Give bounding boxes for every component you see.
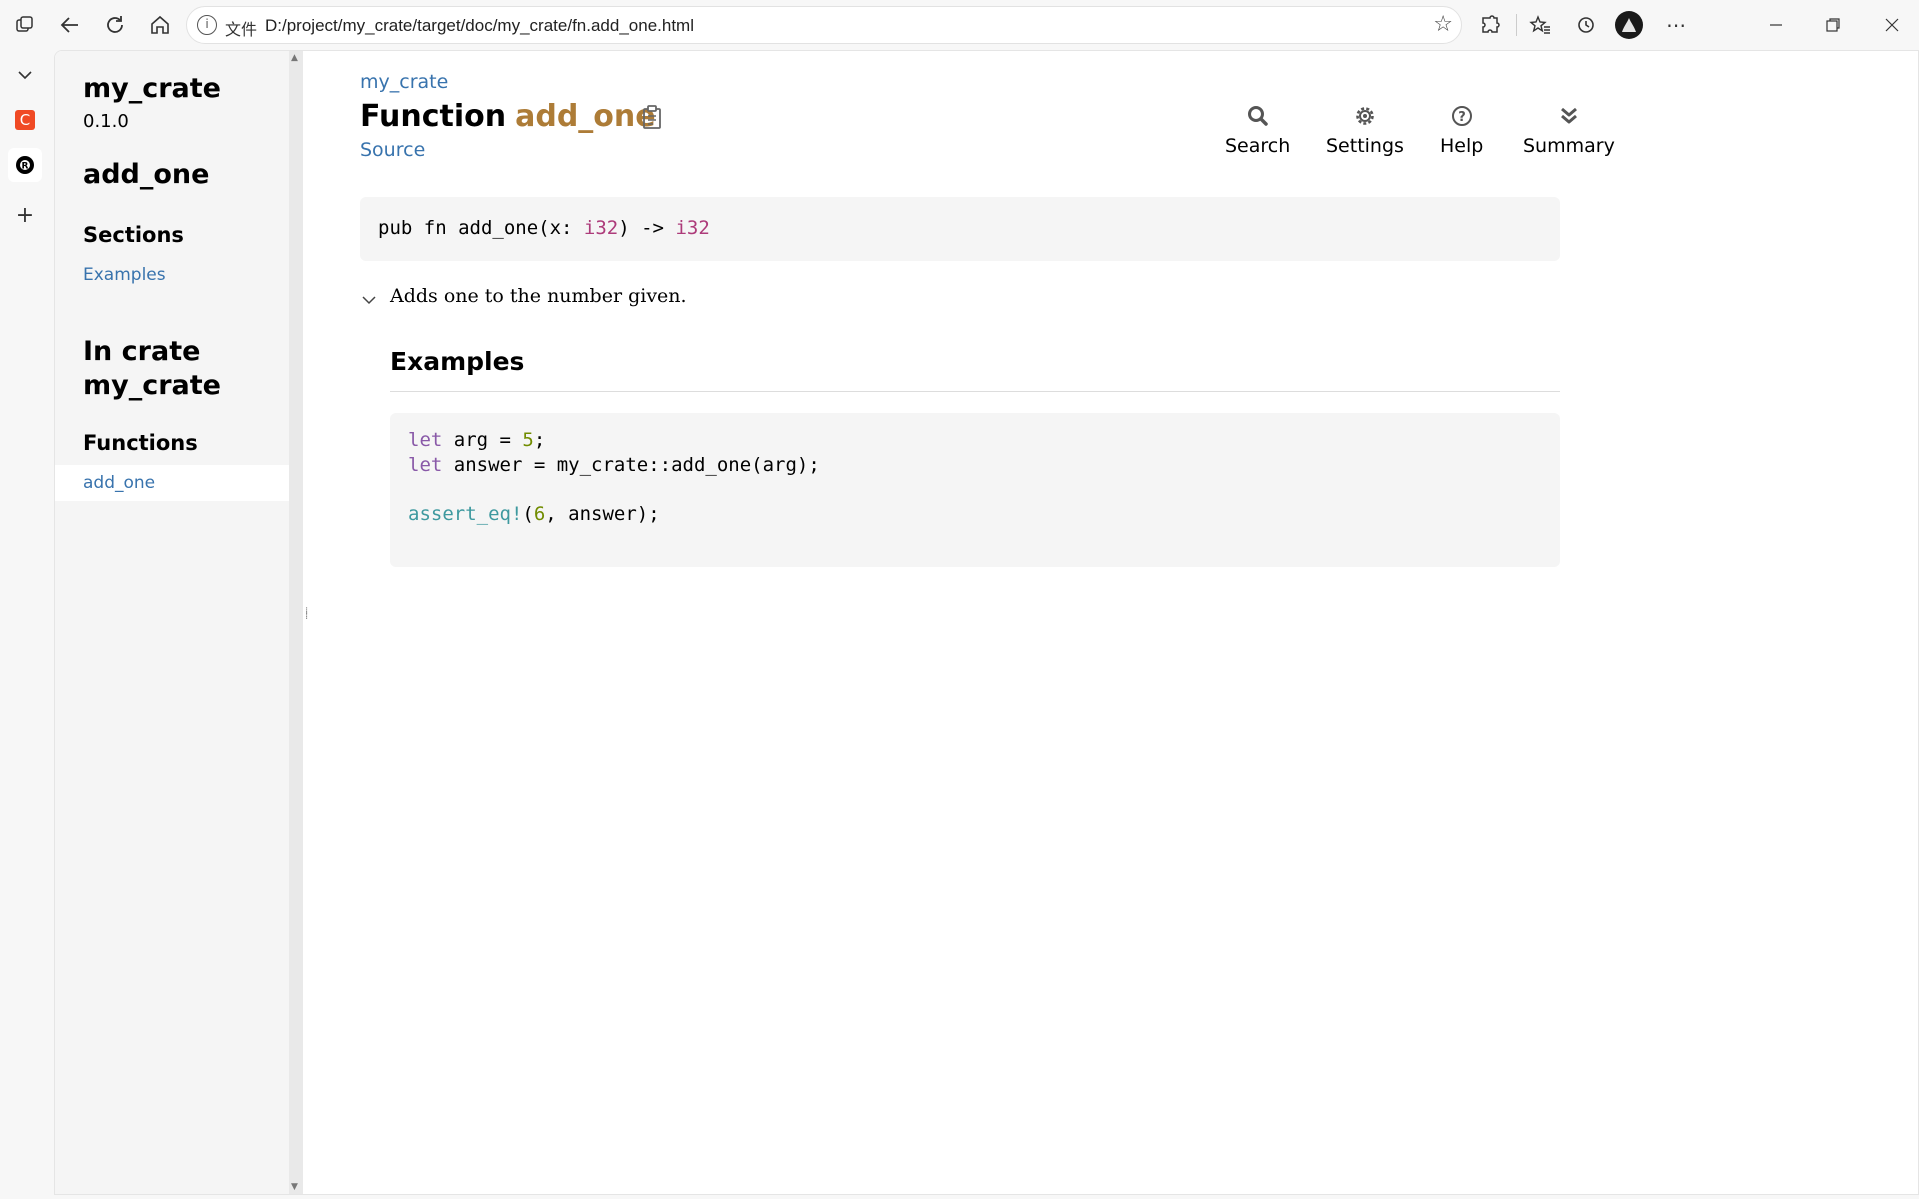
address-url[interactable]: D:/project/my_crate/target/doc/my_crate/… — [265, 16, 694, 36]
sidebar-resize-handle[interactable]: ⁞ ⁞ — [305, 607, 311, 631]
gear-icon — [1356, 107, 1374, 125]
scroll-up-icon[interactable]: ▲ — [291, 53, 298, 63]
doc-sidebar: my_crate 0.1.0 add_one Sections Examples… — [55, 51, 289, 1194]
source-link[interactable]: Source — [360, 139, 425, 161]
browser-toolbar: i 文件 D:/project/my_crate/target/doc/my_c… — [0, 0, 1919, 50]
examples-divider — [390, 391, 1560, 392]
signature-prefix: pub fn add_one(x: — [378, 217, 584, 239]
collapse-tabs-icon[interactable] — [8, 58, 42, 92]
code-text: ; — [533, 429, 546, 451]
signature-arrow: ) -> — [618, 217, 676, 239]
profile-avatar[interactable] — [1614, 10, 1644, 40]
code-keyword: let — [408, 429, 443, 451]
sidebar-sections-heading: Sections — [83, 223, 184, 247]
code-text: arg = — [442, 429, 523, 451]
tab-favicon-red[interactable]: C — [8, 103, 42, 137]
sidebar-crate-name[interactable]: my_crate — [83, 73, 221, 104]
code-line-2: let answer = my_crate::add_one(arg); — [408, 454, 820, 476]
sidebar-functions-heading[interactable]: Functions — [83, 431, 198, 455]
settings-button[interactable]: Settings — [1326, 103, 1404, 157]
address-bar[interactable]: i 文件 D:/project/my_crate/target/doc/my_c… — [186, 6, 1462, 44]
search-button[interactable]: Search — [1225, 103, 1290, 157]
code-number: 5 — [522, 429, 534, 451]
tab-favicon-rust[interactable]: R — [8, 148, 42, 182]
code-keyword: let — [408, 454, 443, 476]
favorite-star-icon[interactable]: ☆ — [1433, 12, 1453, 37]
refresh-icon[interactable] — [100, 10, 130, 40]
copy-path-icon[interactable] — [640, 103, 664, 131]
function-signature-block: pub fn add_one(x: i32) -> i32 — [360, 197, 1560, 261]
signature-arg-type[interactable]: i32 — [584, 217, 618, 239]
code-line-1: let arg = 5; — [408, 429, 545, 451]
scroll-down-icon[interactable]: ▼ — [291, 1182, 298, 1192]
help-button[interactable]: ? Help — [1440, 103, 1483, 157]
settings-label: Settings — [1326, 135, 1404, 157]
favorites-icon[interactable] — [1525, 10, 1555, 40]
more-menu-icon[interactable]: ⋯ — [1661, 10, 1691, 40]
help-icon: ? — [1451, 106, 1472, 126]
page-viewport: my_crate 0.1.0 add_one Sections Examples… — [54, 50, 1919, 1195]
sidebar-crate-version: 0.1.0 — [83, 111, 129, 132]
sidebar-function-item[interactable]: add_one — [55, 465, 289, 501]
sidebar-in-crate-heading[interactable]: In crate my_crate — [83, 335, 273, 403]
code-text: ( — [522, 503, 534, 525]
chevron-double-down-icon — [1560, 107, 1577, 124]
svg-text:C: C — [20, 111, 30, 129]
code-text: answer = my_crate::add_one(arg); — [442, 454, 820, 476]
sidebar-function-link[interactable]: add_one — [83, 473, 155, 493]
code-macro: assert_eq! — [408, 503, 523, 525]
code-line-3: assert_eq!(6, answer); — [408, 503, 660, 525]
back-icon[interactable] — [55, 10, 85, 40]
chevron-down-icon — [362, 296, 376, 305]
address-scheme-label: 文件 — [225, 20, 258, 39]
svg-text:?: ? — [1458, 110, 1466, 125]
doc-description: Adds one to the number given. — [390, 285, 687, 307]
new-tab-icon[interactable]: + — [8, 198, 42, 232]
extensions-icon[interactable] — [1475, 10, 1505, 40]
title-function-name: add_one — [515, 99, 656, 134]
signature-return-type[interactable]: i32 — [675, 217, 709, 239]
code-number: 6 — [533, 503, 546, 525]
search-label: Search — [1225, 135, 1291, 157]
page-title: Function add_one — [360, 99, 656, 134]
toolbar-divider — [1516, 14, 1517, 36]
code-text: , answer); — [545, 503, 660, 525]
summary-label: Summary — [1523, 135, 1615, 157]
breadcrumb-crate-link[interactable]: my_crate — [360, 71, 448, 93]
restore-icon[interactable] — [1818, 10, 1848, 40]
history-icon[interactable] — [1570, 10, 1600, 40]
svg-text:R: R — [22, 162, 29, 172]
sidebar-item-title[interactable]: add_one — [83, 159, 209, 190]
home-icon[interactable] — [145, 10, 175, 40]
example-code-block: let arg = 5; let answer = my_crate::add_… — [390, 413, 1560, 567]
site-info-icon[interactable]: i — [197, 15, 217, 35]
function-signature: pub fn add_one(x: i32) -> i32 — [378, 217, 710, 239]
sidebar-scrollbar[interactable]: ▲ ▼ — [289, 51, 303, 1194]
help-label: Help — [1440, 135, 1484, 157]
vertical-tab-strip: C R + — [0, 50, 50, 1199]
workspaces-icon[interactable] — [10, 10, 40, 40]
title-kind: Function — [360, 99, 507, 134]
sidebar-section-examples[interactable]: Examples — [83, 265, 166, 285]
close-window-icon[interactable] — [1877, 10, 1907, 40]
search-icon — [1247, 106, 1268, 126]
examples-heading[interactable]: Examples — [390, 347, 524, 376]
minimize-icon[interactable] — [1761, 10, 1791, 40]
collapse-docs-toggle[interactable] — [360, 293, 378, 307]
summary-button[interactable]: Summary — [1523, 103, 1615, 157]
